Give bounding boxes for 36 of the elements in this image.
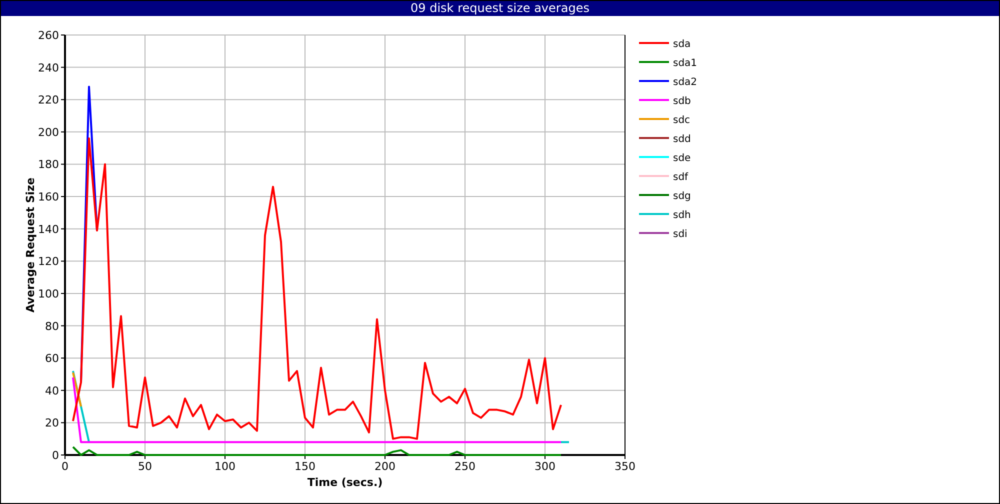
x-tick-label: 300 [534, 460, 556, 473]
y-tick-label: 100 [38, 287, 59, 300]
y-tick-label: 240 [38, 61, 59, 74]
x-axis-title: Time (secs.) [307, 476, 383, 489]
x-tick-label: 50 [138, 460, 152, 473]
y-tick-label: 60 [45, 352, 59, 366]
y-tick-label: 200 [38, 126, 59, 139]
y-tick-label: 220 [38, 94, 59, 107]
legend-label: sdh [673, 210, 691, 221]
y-tick-label: 20 [45, 416, 59, 430]
legend-label: sda [673, 39, 691, 50]
legend-label: sdd [673, 134, 691, 145]
legend-label: sdb [673, 96, 691, 107]
window-title: 09 disk request size averages [1, 1, 999, 16]
y-tick-label: 180 [38, 158, 59, 172]
y-tick-label: 80 [45, 320, 59, 333]
y-tick-label: 260 [38, 29, 59, 42]
y-tick-label: 0 [52, 449, 59, 462]
legend-label: sdc [673, 115, 690, 126]
legend-label: sde [673, 153, 691, 164]
y-tick-label: 40 [45, 384, 59, 398]
legend-label: sda1 [673, 58, 698, 69]
legend-label: sdg [673, 191, 691, 202]
x-tick-label: 100 [214, 460, 236, 473]
x-tick-label: 150 [294, 460, 316, 473]
x-tick-label: 0 [62, 460, 68, 473]
y-axis-title: Average Request Size [24, 177, 37, 313]
y-tick-label: 140 [38, 222, 59, 236]
legend-label: sdf [673, 172, 688, 183]
legend-label: sda2 [673, 77, 698, 88]
legend-label: sdi [673, 229, 688, 240]
y-tick-label: 160 [38, 190, 59, 204]
x-tick-label: 350 [614, 460, 636, 473]
x-tick-label: 250 [454, 460, 476, 473]
y-tick-label: 120 [38, 255, 59, 268]
x-tick-label: 200 [374, 460, 396, 473]
